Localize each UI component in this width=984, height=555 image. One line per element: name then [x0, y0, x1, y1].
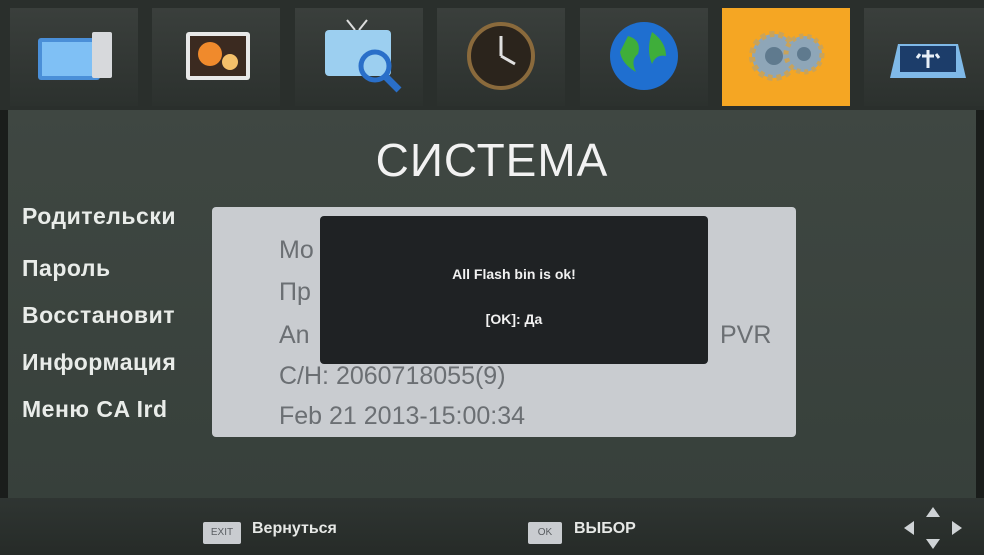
tab-channel-search[interactable]	[295, 8, 423, 106]
select-button[interactable]: ВЫБОР	[574, 520, 636, 538]
back-button[interactable]: Вернуться	[252, 520, 337, 538]
bottom-hint-bar	[0, 498, 984, 555]
dialog-message: All Flash bin is ok!	[452, 266, 576, 282]
info-hardware: An	[279, 321, 310, 349]
top-menu-bar	[0, 0, 984, 110]
menu-item-restore[interactable]: Восстановит	[22, 302, 175, 329]
tab-media[interactable]	[10, 8, 138, 106]
tab-time[interactable]	[437, 8, 565, 106]
tab-usb[interactable]	[864, 8, 984, 106]
tv-screen-icon	[38, 32, 112, 80]
pictures-icon	[186, 32, 250, 80]
info-provider: Пр	[279, 278, 311, 306]
page-title: СИСТЕМА	[375, 134, 609, 186]
info-pvr-suffix: PVR	[720, 321, 772, 349]
menu-item-parental[interactable]: Родительски	[22, 203, 176, 230]
tab-network[interactable]	[580, 8, 708, 106]
tab-system[interactable]	[722, 8, 850, 106]
globe-icon	[610, 22, 678, 90]
menu-item-ca-ird[interactable]: Меню CA Ird	[22, 396, 168, 423]
info-model: Mo	[279, 236, 314, 264]
tab-pictures[interactable]	[152, 8, 280, 106]
gear-icon	[749, 31, 825, 81]
dialog-ok-button[interactable]: [OK]: Да	[320, 311, 708, 327]
usb-icon	[890, 44, 966, 78]
exit-key-badge: EXIT	[203, 522, 241, 544]
menu-item-information[interactable]: Информация	[22, 349, 176, 376]
navigation-arrows-icon	[904, 507, 962, 549]
message-dialog: All Flash bin is ok! [OK]: Да	[320, 216, 708, 364]
info-date: Feb 21 2013-15:00:34	[279, 402, 526, 430]
menu-item-password[interactable]: Пароль	[22, 255, 111, 282]
tv-search-icon	[325, 19, 402, 93]
ok-key-badge: OK	[528, 522, 562, 544]
clock-icon	[467, 22, 535, 90]
info-serial: C/H: 2060718055(9)	[279, 362, 506, 390]
